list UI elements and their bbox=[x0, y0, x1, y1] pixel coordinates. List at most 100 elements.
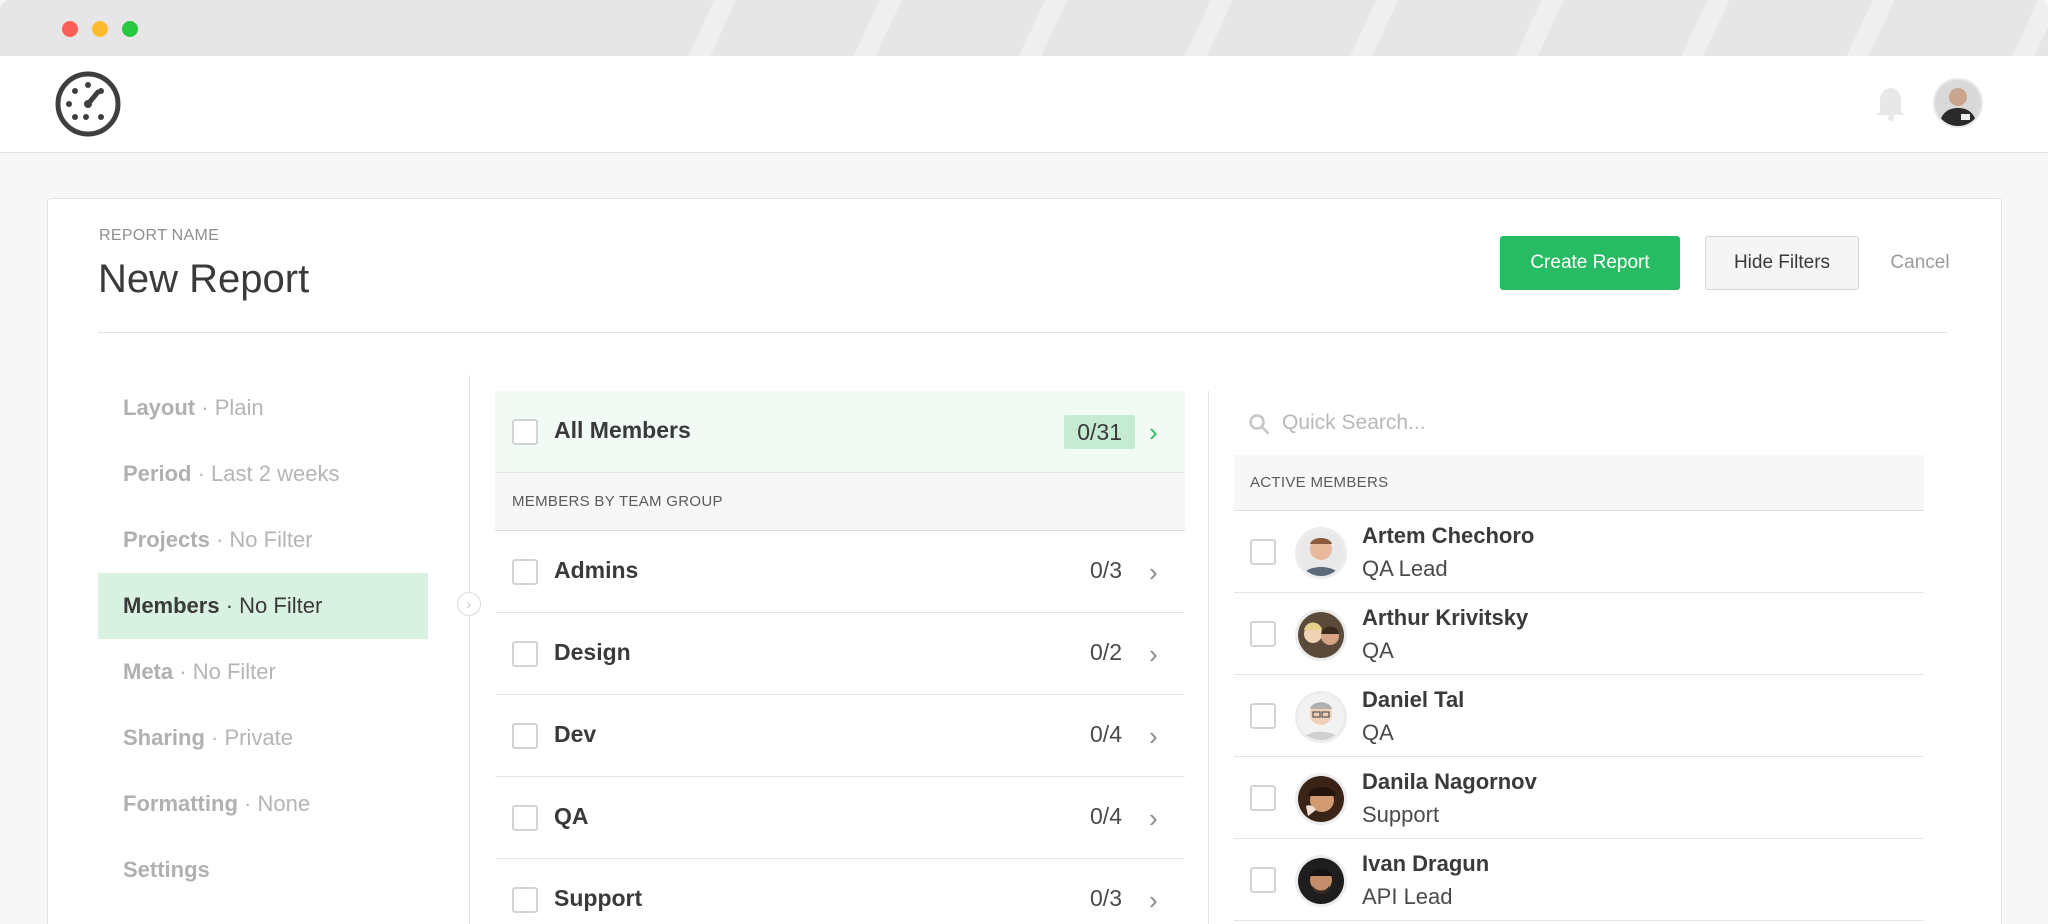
member-checkbox[interactable] bbox=[1250, 621, 1276, 647]
maximize-window-button[interactable] bbox=[122, 21, 138, 37]
column-divider bbox=[1208, 391, 1209, 924]
group-row-dev[interactable]: Dev 0/4 › bbox=[495, 695, 1185, 777]
nav-item-value: No Filter bbox=[229, 527, 313, 552]
report-card: REPORT NAME New Report Create Report Hid… bbox=[47, 198, 2002, 924]
nav-item-period[interactable]: Period · Last 2 weeks bbox=[98, 441, 428, 507]
group-count: 0/4 bbox=[1090, 721, 1122, 747]
nav-item-layout[interactable]: Layout · Plain bbox=[98, 375, 428, 441]
nav-item-key: Period bbox=[123, 461, 192, 486]
members-panel: ACTIVE MEMBERS Artem Chechoro QA Lead Ar… bbox=[1234, 391, 1924, 921]
hide-filters-button[interactable]: Hide Filters bbox=[1705, 236, 1859, 290]
group-checkbox[interactable] bbox=[512, 559, 538, 585]
chevron-right-icon[interactable]: › bbox=[1149, 723, 1167, 749]
group-count: 0/4 bbox=[1090, 803, 1122, 829]
members-by-team-group-header: MEMBERS BY TEAM GROUP bbox=[495, 473, 1185, 531]
member-row[interactable]: Artem Chechoro QA Lead bbox=[1234, 511, 1924, 593]
group-label: Design bbox=[554, 639, 631, 665]
create-report-button[interactable]: Create Report bbox=[1500, 236, 1680, 290]
member-avatar bbox=[1295, 691, 1347, 743]
nav-item-value: No Filter bbox=[192, 659, 276, 684]
nav-item-value: Plain bbox=[214, 395, 264, 420]
member-role: QA bbox=[1362, 638, 1394, 663]
group-row-qa[interactable]: QA 0/4 › bbox=[495, 777, 1185, 859]
member-role: QA bbox=[1362, 720, 1394, 745]
group-checkbox[interactable] bbox=[512, 805, 538, 831]
group-row-support[interactable]: Support 0/3 › bbox=[495, 859, 1185, 924]
quick-search-input[interactable] bbox=[1282, 405, 1882, 441]
nav-item-key: Projects bbox=[123, 527, 210, 552]
member-name: Artem Chechoro bbox=[1362, 523, 1535, 548]
chevron-right-icon[interactable]: › bbox=[1149, 559, 1167, 585]
group-checkbox[interactable] bbox=[512, 641, 538, 667]
member-row[interactable]: Ivan Dragun API Lead bbox=[1234, 839, 1924, 921]
member-avatar bbox=[1295, 773, 1347, 825]
titlebar-pattern bbox=[648, 0, 2048, 56]
nav-item-members[interactable]: Members · No Filter bbox=[98, 573, 428, 639]
search-icon bbox=[1249, 414, 1270, 435]
member-name: Danila Nagornov bbox=[1362, 769, 1537, 794]
nav-item-meta[interactable]: Meta · No Filter bbox=[98, 639, 428, 705]
group-checkbox[interactable] bbox=[512, 723, 538, 749]
nav-item-value: No Filter bbox=[239, 593, 323, 618]
member-name: Arthur Krivitsky bbox=[1362, 605, 1529, 630]
nav-item-value: Last 2 weeks bbox=[211, 461, 340, 486]
active-members-header: ACTIVE MEMBERS bbox=[1234, 455, 1924, 511]
all-members-label: All Members bbox=[554, 417, 691, 443]
bell-icon[interactable] bbox=[1873, 84, 1907, 122]
member-row[interactable]: Danila Nagornov Support bbox=[1234, 757, 1924, 839]
team-groups-panel: All Members 0/31 › MEMBERS BY TEAM GROUP… bbox=[495, 391, 1185, 924]
group-count: 0/3 bbox=[1090, 557, 1122, 583]
group-checkbox[interactable] bbox=[512, 887, 538, 913]
member-role: QA Lead bbox=[1362, 556, 1448, 581]
nav-item-value: Private bbox=[224, 725, 293, 750]
cancel-button[interactable]: Cancel bbox=[1880, 236, 1960, 290]
nav-item-projects[interactable]: Projects · No Filter bbox=[98, 507, 428, 573]
group-row-design[interactable]: Design 0/2 › bbox=[495, 613, 1185, 695]
report-name-label: REPORT NAME bbox=[99, 227, 220, 244]
chevron-right-icon[interactable]: › bbox=[1149, 419, 1167, 445]
nav-item-key: Settings bbox=[123, 857, 210, 882]
member-checkbox[interactable] bbox=[1250, 539, 1276, 565]
chevron-right-icon[interactable]: › bbox=[1149, 887, 1167, 913]
window-titlebar bbox=[0, 0, 2048, 56]
minimize-window-button[interactable] bbox=[92, 21, 108, 37]
nav-item-key: Formatting bbox=[123, 791, 238, 816]
chevron-right-icon: › bbox=[457, 592, 481, 616]
close-window-button[interactable] bbox=[62, 21, 78, 37]
group-count: 0/2 bbox=[1090, 639, 1122, 665]
member-avatar bbox=[1295, 855, 1347, 907]
nav-item-settings[interactable]: Settings bbox=[98, 837, 428, 903]
report-title[interactable]: New Report bbox=[98, 257, 309, 302]
all-members-count-badge: 0/31 bbox=[1064, 415, 1135, 449]
member-role: API Lead bbox=[1362, 884, 1453, 909]
nav-item-key: Meta bbox=[123, 659, 174, 684]
nav-item-formatting[interactable]: Formatting · None bbox=[98, 771, 428, 837]
group-label: Dev bbox=[554, 721, 597, 747]
nav-item-value: None bbox=[257, 791, 311, 816]
filter-nav: Layout · Plain Period · Last 2 weeks Pro… bbox=[98, 375, 428, 903]
user-avatar[interactable] bbox=[1933, 78, 1983, 128]
all-members-row[interactable]: All Members 0/31 › bbox=[495, 391, 1185, 473]
nav-item-key: Members bbox=[123, 593, 220, 618]
chevron-right-icon[interactable]: › bbox=[1149, 805, 1167, 831]
nav-item-key: Layout bbox=[123, 395, 196, 420]
member-checkbox[interactable] bbox=[1250, 867, 1276, 893]
all-members-checkbox[interactable] bbox=[512, 419, 538, 445]
group-label: Admins bbox=[554, 557, 639, 583]
nav-item-key: Sharing bbox=[123, 725, 205, 750]
group-count: 0/3 bbox=[1090, 885, 1122, 911]
member-checkbox[interactable] bbox=[1250, 785, 1276, 811]
member-row[interactable]: Daniel Tal QA bbox=[1234, 675, 1924, 757]
member-name: Ivan Dragun bbox=[1362, 851, 1490, 876]
group-row-admins[interactable]: Admins 0/3 › bbox=[495, 531, 1185, 613]
group-label: Support bbox=[554, 885, 643, 911]
app-header bbox=[0, 56, 2048, 153]
member-avatar bbox=[1295, 609, 1347, 661]
speedometer-logo-icon[interactable] bbox=[55, 71, 121, 137]
member-checkbox[interactable] bbox=[1250, 703, 1276, 729]
chevron-right-icon[interactable]: › bbox=[1149, 641, 1167, 667]
quick-search bbox=[1234, 391, 1924, 455]
nav-divider bbox=[469, 375, 470, 924]
nav-item-sharing[interactable]: Sharing · Private bbox=[98, 705, 428, 771]
member-row[interactable]: Arthur Krivitsky QA bbox=[1234, 593, 1924, 675]
